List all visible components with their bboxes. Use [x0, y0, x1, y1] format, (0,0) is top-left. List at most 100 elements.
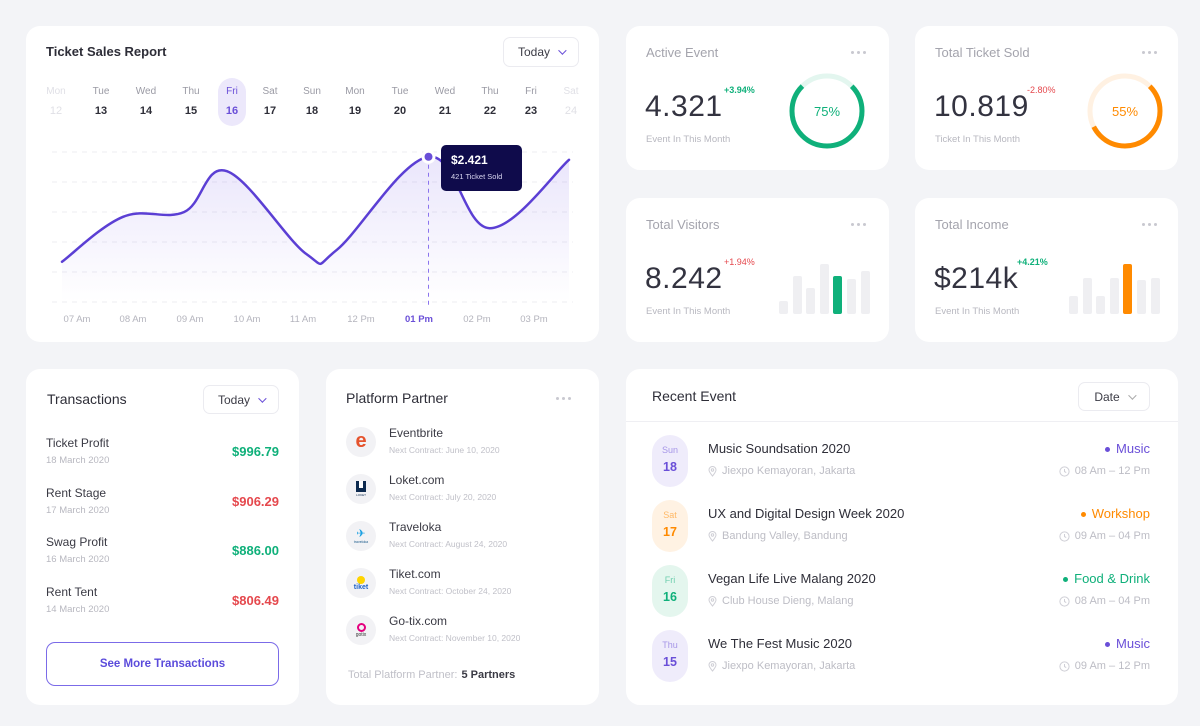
transaction-row[interactable]: Rent Tent 14 March 2020 $806.49	[46, 585, 279, 621]
event-title: Music Soundsation 2020	[708, 441, 851, 456]
event-category: Workshop	[1080, 506, 1150, 521]
transaction-amount: $996.79	[232, 444, 279, 459]
tooltip-value: $2.421	[451, 153, 488, 167]
more-options-icon[interactable]	[851, 223, 866, 226]
stat-change: +3.94%	[724, 85, 755, 95]
event-item[interactable]: Sun 18 Music Soundsation 2020 Jiexpo Kem…	[652, 435, 1150, 487]
day-item[interactable]: Mon 12	[42, 78, 70, 126]
day-item[interactable]: Tue 20	[386, 78, 414, 126]
day-item[interactable]: Tue 13	[87, 78, 115, 126]
day-name: Wed	[135, 86, 157, 97]
partner-item[interactable]: e Eventbrite Next Contract: June 10, 202…	[346, 426, 576, 462]
event-date: 17	[663, 525, 677, 539]
day-name: Sat	[262, 86, 278, 97]
day-item[interactable]: Wed 21	[431, 78, 459, 126]
event-title: We The Fest Music 2020	[708, 636, 853, 651]
tooltip-subtext: 421 Ticket Sold	[451, 172, 503, 181]
stat-label: Total Visitors	[646, 217, 720, 232]
stat-subtitle: Ticket In This Month	[935, 134, 1021, 145]
event-category-text: Music	[1116, 441, 1150, 456]
event-date-badge: Sun 18	[652, 435, 688, 487]
recent-event-card: Recent Event Date Sun 18 Music Soundsati…	[626, 369, 1178, 705]
transaction-row[interactable]: Swag Profit 16 March 2020 $886.00	[46, 535, 279, 571]
partner-logo: tiket	[346, 568, 376, 598]
stat-value: 10.819	[934, 90, 1029, 123]
chevron-down-icon	[558, 46, 567, 55]
mini-bar	[847, 278, 856, 314]
day-item[interactable]: Mon 19	[341, 78, 369, 126]
day-item[interactable]: Fri 23	[517, 78, 545, 126]
stat-change: +1.94%	[724, 257, 755, 267]
day-item[interactable]: Fri 16	[218, 78, 246, 126]
partner-logo: gotix	[346, 615, 376, 645]
partner-item[interactable]: ✈ traveloka Traveloka Next Contract: Augu…	[346, 520, 576, 556]
mini-bar-chart	[1069, 264, 1165, 314]
more-options-icon[interactable]	[556, 397, 571, 400]
stat-change: +4.21%	[1017, 257, 1048, 267]
day-item[interactable]: Thu 22	[476, 78, 504, 126]
event-location: Jiexpo Kemayoran, Jakarta	[708, 465, 855, 477]
day-date: 16	[225, 105, 239, 117]
day-name: Mon	[345, 86, 365, 97]
event-item[interactable]: Fri 16 Vegan Life Live Malang 2020 Club …	[652, 565, 1150, 617]
event-time-text: 08 Am – 12 Pm	[1074, 465, 1150, 477]
event-title: Vegan Life Live Malang 2020	[708, 571, 876, 586]
transaction-row[interactable]: Ticket Profit 18 March 2020 $996.79	[46, 436, 279, 472]
partner-item[interactable]: LOKET Loket.com Next Contract: July 20, …	[346, 473, 576, 509]
event-time-text: 09 Am – 12 Pm	[1074, 660, 1150, 672]
event-day: Sat	[663, 510, 677, 520]
progress-ring-label: 75%	[813, 104, 841, 119]
day-name: Tue	[92, 86, 110, 97]
day-item[interactable]: Sat 24	[557, 78, 585, 126]
mini-bar	[819, 264, 829, 314]
location-pin-icon	[708, 465, 717, 477]
eventbrite-logo-icon: e	[355, 429, 367, 452]
x-tick-label: 10 Am	[233, 314, 261, 325]
mini-bar	[1137, 280, 1146, 314]
transactions-range-dropdown[interactable]: Today	[203, 385, 279, 414]
day-item[interactable]: Sun 18	[298, 78, 326, 126]
stat-card-total-income: Total Income $214k +4.21% Event In This …	[915, 198, 1178, 342]
stat-card-total-visitors: Total Visitors 8.242 +1.94% Event In Thi…	[626, 198, 889, 342]
stat-label: Total Income	[935, 217, 1009, 232]
event-time: 08 Am – 12 Pm	[1059, 465, 1150, 477]
day-name: Sun	[303, 86, 321, 97]
day-name: Tue	[391, 86, 409, 97]
event-location: Jiexpo Kemayoran, Jakarta	[708, 660, 855, 672]
event-item[interactable]: Sat 17 UX and Digital Design Week 2020 B…	[652, 500, 1150, 552]
recent-event-title: Recent Event	[652, 388, 737, 404]
partner-item[interactable]: tiket Tiket.com Next Contract: October 2…	[346, 567, 576, 603]
mini-bar	[792, 276, 802, 314]
day-item[interactable]: Wed 14	[132, 78, 160, 126]
recent-event-sort-dropdown[interactable]: Date	[1078, 382, 1150, 411]
more-options-icon[interactable]	[1142, 223, 1157, 226]
day-item[interactable]: Thu 15	[177, 78, 205, 126]
ticket-sales-range-dropdown[interactable]: Today	[503, 37, 579, 67]
day-date: 17	[263, 105, 277, 117]
partner-name: Loket.com	[389, 473, 445, 487]
clock-icon	[1059, 660, 1070, 672]
day-name: Thu	[481, 86, 499, 97]
event-item[interactable]: Thu 15 We The Fest Music 2020 Jiexpo Kem…	[652, 630, 1150, 682]
day-item[interactable]: Sat 17	[256, 78, 284, 126]
more-options-icon[interactable]	[1142, 51, 1157, 54]
event-time-text: 09 Am – 04 Pm	[1074, 530, 1150, 542]
more-options-icon[interactable]	[851, 51, 866, 54]
event-date: 16	[663, 590, 677, 604]
transactions-title: Transactions	[47, 391, 127, 407]
transaction-row[interactable]: Rent Stage 17 March 2020 $906.29	[46, 486, 279, 522]
event-location: Bandung Valley, Bandung	[708, 530, 848, 542]
chevron-down-icon	[1127, 390, 1137, 400]
day-date: 24	[564, 105, 578, 117]
event-time-text: 08 Am – 04 Pm	[1074, 595, 1150, 607]
see-more-transactions-button[interactable]: See More Transactions	[46, 642, 279, 686]
mini-bar	[860, 271, 870, 314]
day-name: Sat	[563, 86, 579, 97]
event-date-badge: Sat 17	[652, 500, 688, 552]
partner-next-contract: Next Contract: November 10, 2020	[389, 633, 521, 643]
day-date: 13	[94, 105, 108, 117]
x-tick-label: 09 Am	[176, 314, 204, 325]
location-pin-icon	[708, 530, 717, 542]
partner-total-value: 5 Partners	[461, 669, 516, 681]
partner-item[interactable]: gotix Go-tix.com Next Contract: November…	[346, 614, 576, 650]
